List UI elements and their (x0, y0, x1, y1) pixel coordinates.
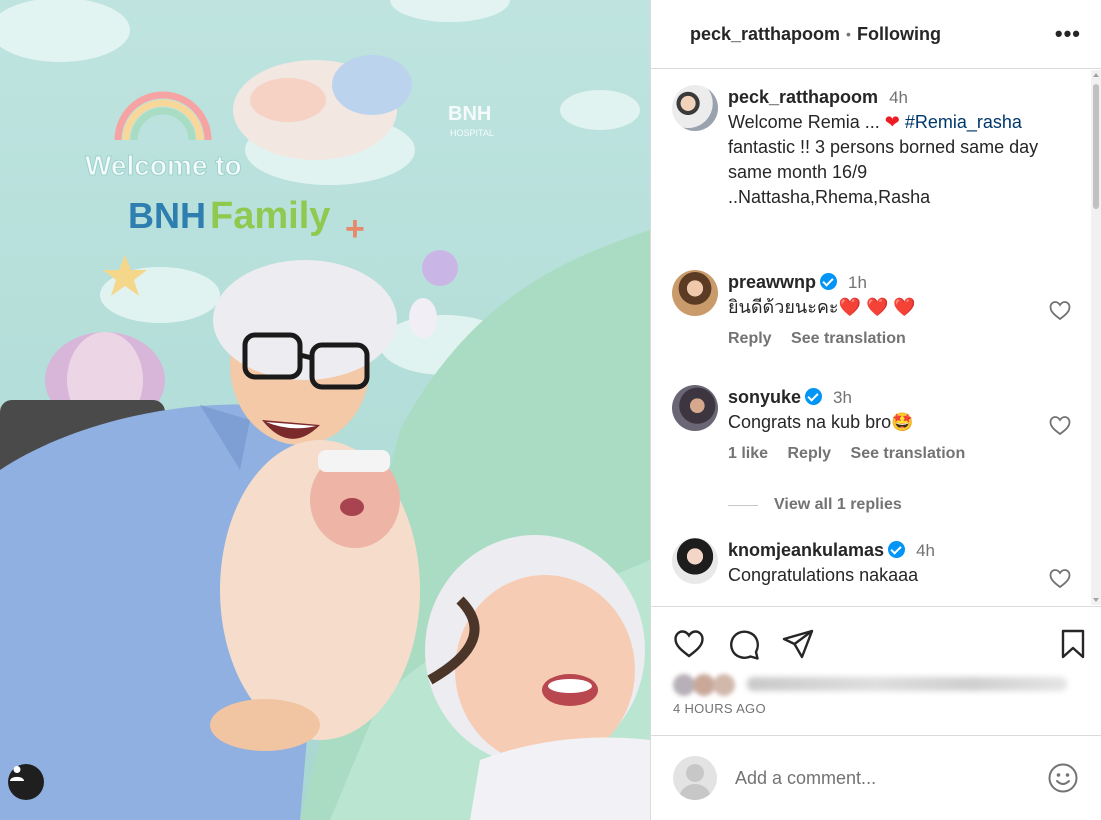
comment-username[interactable]: knomjeankulamas (728, 540, 884, 560)
scrollbar-thumb[interactable] (1093, 84, 1099, 209)
person-icon (10, 766, 24, 781)
see-translation-button[interactable]: See translation (791, 330, 906, 347)
scroll-down-arrow-icon[interactable] (1093, 598, 1099, 602)
header-username[interactable]: peck_ratthapoom (690, 24, 840, 45)
post-photo[interactable]: Welcome to BNH Family + BNH HOSPITAL (0, 0, 650, 820)
caption-username[interactable]: peck_ratthapoom (728, 87, 878, 107)
liked-by-blurred[interactable] (673, 672, 1073, 696)
avatar[interactable] (672, 85, 718, 131)
avatar[interactable] (672, 538, 718, 584)
caption-line1: Welcome Remia ... (728, 112, 880, 132)
save-bookmark-icon[interactable] (1056, 627, 1090, 661)
heart-emoji: ❤ (884, 112, 900, 132)
comment-text: ยินดีด้วยนะคะ (728, 297, 839, 317)
scroll-up-arrow-icon[interactable] (1093, 73, 1099, 77)
view-replies-label: View all 1 replies (774, 496, 902, 513)
verified-badge-icon (888, 541, 906, 558)
current-user-avatar (673, 756, 717, 800)
like-heart-icon[interactable] (1048, 413, 1072, 437)
caption-hashtag[interactable]: #Remia_rasha (905, 112, 1022, 132)
post-timestamp[interactable]: 4 HOURS AGO (673, 701, 766, 716)
user-tag-button[interactable] (8, 764, 44, 800)
comments-scrollbar[interactable] (1091, 70, 1101, 605)
comment-item: preawwnp 1h ยินดีด้วยนะคะ❤️ ❤️ ❤️ Reply … (672, 270, 1078, 348)
like-post-icon[interactable] (672, 627, 706, 661)
likes-count[interactable]: 1 like (728, 445, 768, 462)
verified-badge-icon (820, 273, 838, 290)
comment-icon[interactable] (727, 627, 761, 661)
hospital-logo-text: BNH (448, 103, 491, 125)
wall-family-text: Family (210, 195, 330, 237)
comment-username[interactable]: preawwnp (728, 272, 816, 292)
post-actions (651, 606, 1101, 668)
liked-by-text-blurred (747, 677, 1067, 691)
like-heart-icon[interactable] (1048, 298, 1072, 322)
comment-time[interactable]: 3h (833, 388, 852, 407)
caption-line3: ..Nattasha,Rhema,Rasha (728, 187, 931, 207)
caption-line2: fantastic !! 3 persons borned same day s… (728, 137, 1039, 182)
more-options-icon[interactable]: ••• (1055, 21, 1081, 47)
photo-illustration: Welcome to BNH Family + BNH HOSPITAL (0, 0, 650, 820)
following-button[interactable]: Following (857, 24, 941, 45)
wall-brand-text: BNH (128, 195, 206, 236)
verified-badge-icon (805, 388, 823, 405)
caption: peck_ratthapoom 4h Welcome Remia ... ❤ #… (672, 85, 1078, 210)
avatar[interactable] (672, 385, 718, 431)
post-panel: peck_ratthapoom • Following ••• peck_rat… (650, 0, 1101, 820)
share-icon[interactable] (781, 627, 815, 661)
comment-composer (651, 735, 1101, 820)
comment-text: Congrats na kub bro (728, 412, 892, 432)
like-heart-icon[interactable] (1048, 566, 1072, 590)
hospital-logo-sub: HOSPITAL (450, 128, 494, 138)
comment-username[interactable]: sonyuke (728, 387, 801, 407)
add-comment-input[interactable] (735, 767, 1047, 789)
view-replies-button[interactable]: View all 1 replies (728, 496, 902, 514)
star-eyes-emoji: 🤩 (891, 412, 914, 432)
liked-by-avatars (673, 672, 741, 696)
reply-button[interactable]: Reply (787, 445, 831, 462)
hearts-emoji: ❤️ ❤️ ❤️ (838, 297, 916, 317)
wall-plus-text: + (345, 210, 365, 248)
comment-item: knomjeankulamas 4h Congratulations nakaa… (672, 538, 1078, 590)
comments-scroll-area[interactable]: peck_ratthapoom 4h Welcome Remia ... ❤ #… (651, 70, 1101, 605)
emoji-picker-icon[interactable] (1047, 762, 1079, 794)
comment-time[interactable]: 4h (916, 541, 935, 560)
comment-item: sonyuke 3h Congrats na kub bro🤩 1 like R… (672, 385, 1078, 463)
comment-text: Congratulations nakaaa (728, 565, 919, 585)
comment-time[interactable]: 1h (848, 273, 867, 292)
post-header: peck_ratthapoom • Following ••• (651, 0, 1101, 69)
avatar[interactable] (672, 270, 718, 316)
replies-divider (728, 504, 758, 506)
header-separator: • (846, 26, 851, 42)
caption-time[interactable]: 4h (889, 88, 908, 107)
wall-welcome-text: Welcome to (85, 150, 242, 181)
see-translation-button[interactable]: See translation (851, 445, 966, 462)
reply-button[interactable]: Reply (728, 330, 772, 347)
